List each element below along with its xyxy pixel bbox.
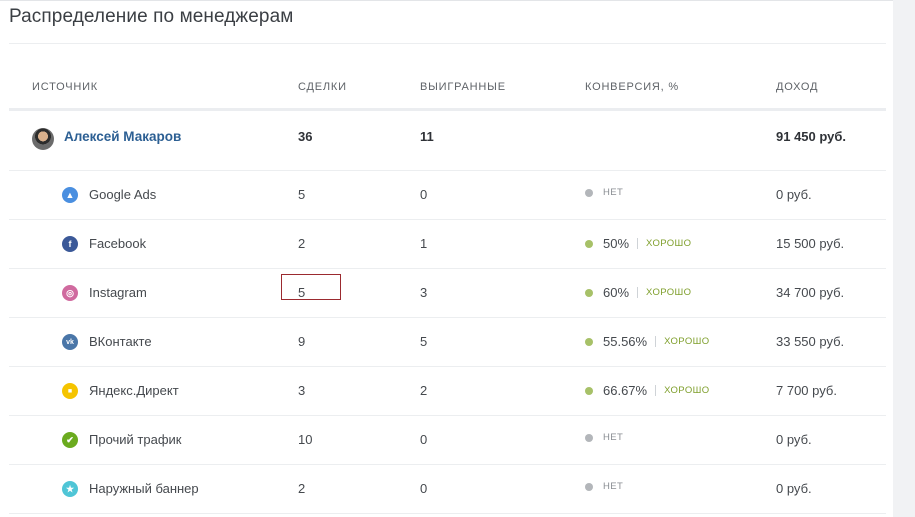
column-header-conversion[interactable]: КОНВЕРСИЯ, % [585, 81, 679, 93]
won-value: 2 [420, 383, 428, 398]
source-name: Прочий трафик [89, 432, 182, 447]
deals-value: 2 [298, 236, 306, 251]
income-value: 0 руб. [776, 432, 812, 447]
column-header-income[interactable]: ДОХОД [776, 81, 818, 93]
income-value: 15 500 руб. [776, 236, 845, 251]
table-row[interactable]: ✔ Прочий трафик 10 0 НЕТ 0 руб. [9, 416, 886, 465]
table-header: ИСТОЧНИК СДЕЛКИ ВЫИГРАННЫЕ КОНВЕРСИЯ, % … [9, 62, 886, 111]
column-header-deals[interactable]: СДЕЛКИ [298, 81, 347, 93]
manager-deals: 36 [298, 129, 313, 144]
status-badge: ХОРОШО [646, 238, 692, 249]
status-dot [585, 337, 593, 346]
won-value: 0 [420, 187, 428, 202]
page-title: Распределение по менеджерам [9, 6, 294, 27]
status-dot [585, 482, 593, 491]
facebook-icon: f [62, 236, 78, 252]
source-rows: ▲ Google Ads 5 0 НЕТ 0 руб. f Facebook 2 1 50% ХОРО… [9, 171, 886, 514]
won-value: 1 [420, 236, 428, 251]
won-value: 3 [420, 285, 428, 300]
conversion-cell: 66.67% ХОРОШО [585, 383, 710, 398]
conversion-cell: 60% ХОРОШО [585, 285, 691, 300]
separator [637, 287, 639, 298]
won-value: 0 [420, 432, 428, 447]
top-border [0, 0, 915, 1]
source-name: Google Ads [89, 187, 157, 202]
column-header-source[interactable]: ИСТОЧНИК [32, 81, 98, 93]
separator [637, 238, 639, 249]
table-row[interactable]: vk ВКонтакте 9 5 55.56% ХОРОШО 33 550 руб. [9, 318, 886, 367]
conversion-value: 55.56% [603, 334, 648, 349]
conversion-value: 66.67% [603, 383, 648, 398]
income-value: 0 руб. [776, 481, 812, 496]
deals-value: 2 [298, 481, 306, 496]
table-row[interactable]: ■ Яндекс.Директ 3 2 66.67% ХОРОШО 7 700 руб. [9, 367, 886, 416]
conversion-cell: 50% ХОРОШО [585, 236, 691, 251]
source-name: Яндекс.Директ [89, 383, 179, 398]
source-name: Facebook [89, 236, 147, 251]
conversion-cell: НЕТ [585, 187, 623, 198]
deals-value: 5 [298, 187, 306, 202]
table-row[interactable]: ▲ Google Ads 5 0 НЕТ 0 руб. [9, 171, 886, 220]
manager-distribution-page: Распределение по менеджерам ИСТОЧНИК СДЕ… [0, 0, 915, 517]
manager-row[interactable]: Алексей Макаров 36 11 91 450 руб. [9, 111, 886, 171]
scrollbar-track[interactable] [893, 0, 915, 517]
conversion-value: 60% [603, 285, 630, 300]
won-value: 5 [420, 334, 428, 349]
table-row[interactable]: ★ Наружный баннер 2 0 НЕТ 0 руб. [9, 465, 886, 514]
conversion-cell: НЕТ [585, 481, 623, 492]
manager-income: 91 450 руб. [776, 129, 847, 144]
source-name: Наружный баннер [89, 481, 199, 496]
income-value: 0 руб. [776, 187, 812, 202]
table-row[interactable]: f Facebook 2 1 50% ХОРОШО 15 500 руб. [9, 220, 886, 269]
deals-value: 9 [298, 334, 306, 349]
status-badge: НЕТ [603, 481, 624, 492]
separator [655, 336, 657, 347]
won-value: 0 [420, 481, 428, 496]
other-traffic-icon: ✔ [62, 432, 78, 448]
status-dot [585, 239, 593, 248]
income-value: 34 700 руб. [776, 285, 845, 300]
outdoor-banner-icon: ★ [62, 481, 78, 497]
conversion-value: 50% [603, 236, 630, 251]
status-dot [585, 288, 593, 297]
conversion-cell: НЕТ [585, 432, 623, 443]
status-dot [585, 188, 593, 197]
status-dot [585, 433, 593, 442]
table-row[interactable]: ◎ Instagram 5 3 60% ХОРОШО 34 700 руб. [9, 269, 886, 318]
yandex-direct-icon: ■ [62, 383, 78, 399]
manager-name-link[interactable]: Алексей Макаров [64, 129, 181, 144]
manager-table: ИСТОЧНИК СДЕЛКИ ВЫИГРАННЫЕ КОНВЕРСИЯ, % … [9, 62, 886, 514]
status-badge: ХОРОШО [664, 385, 710, 396]
status-badge: НЕТ [603, 187, 624, 198]
manager-won: 11 [420, 129, 434, 144]
avatar [32, 128, 54, 150]
instagram-icon: ◎ [62, 285, 78, 301]
google-ads-icon: ▲ [62, 187, 78, 203]
separator [655, 385, 657, 396]
status-badge: НЕТ [603, 432, 624, 443]
status-dot [585, 386, 593, 395]
income-value: 7 700 руб. [776, 383, 837, 398]
source-name: Instagram [89, 285, 147, 300]
status-badge: ХОРОШО [646, 287, 692, 298]
deals-value: 10 [298, 432, 313, 447]
vk-icon: vk [62, 334, 78, 350]
income-value: 33 550 руб. [776, 334, 845, 349]
conversion-cell: 55.56% ХОРОШО [585, 334, 710, 349]
source-name: ВКонтакте [89, 334, 152, 349]
title-divider [9, 43, 886, 44]
deals-value: 3 [298, 383, 306, 398]
highlight-box [281, 274, 341, 300]
column-header-won[interactable]: ВЫИГРАННЫЕ [420, 81, 506, 93]
status-badge: ХОРОШО [664, 336, 710, 347]
